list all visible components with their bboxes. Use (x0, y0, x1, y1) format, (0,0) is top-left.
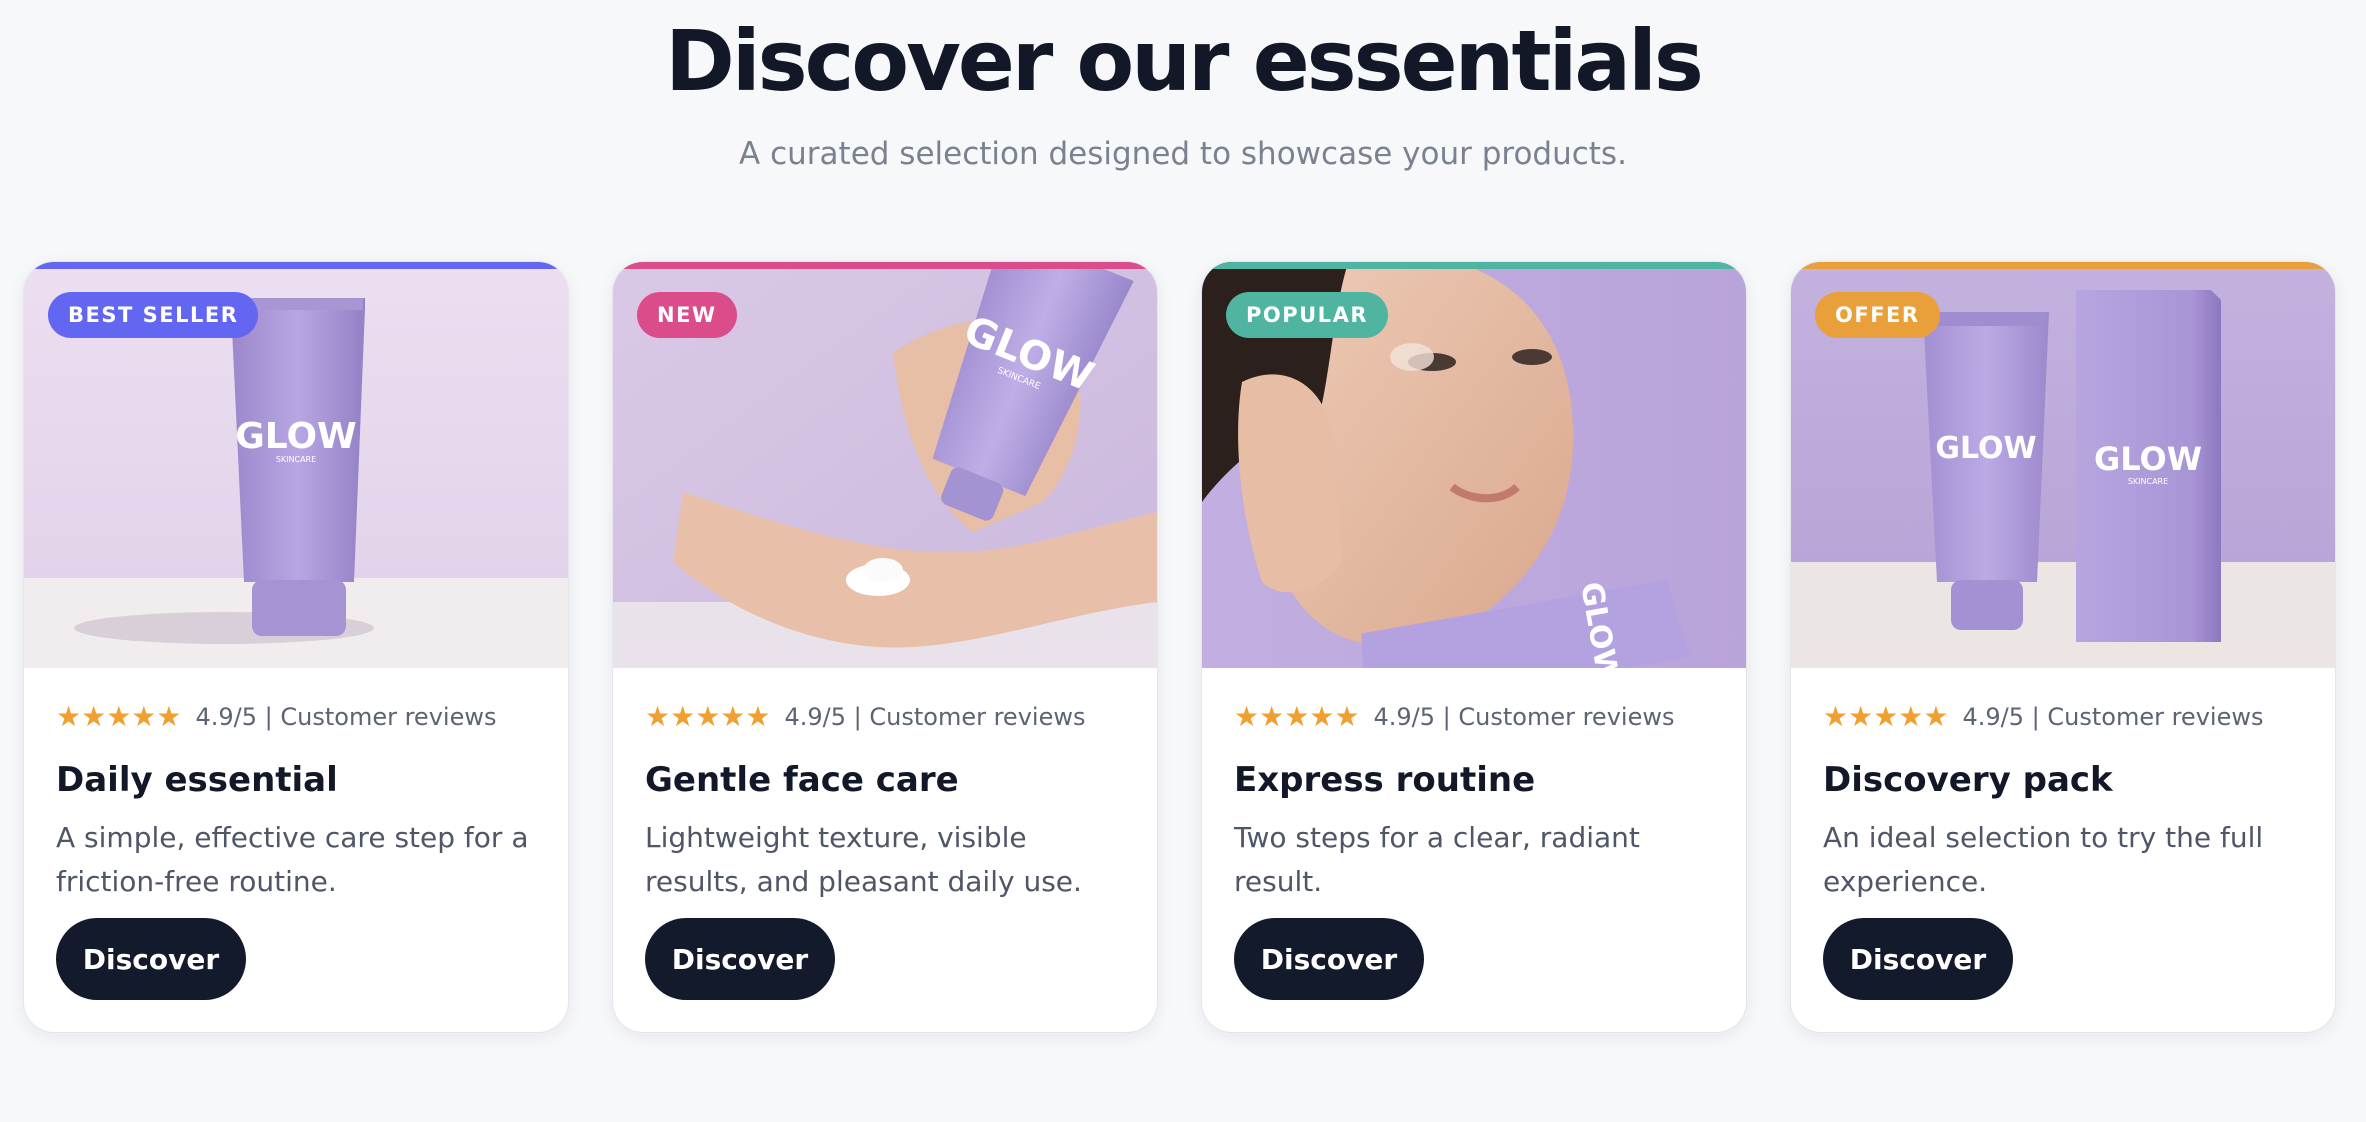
stars-icon: ★★★★★ (645, 700, 771, 733)
card-accent-bar (1202, 262, 1746, 269)
badge-popular: POPULAR (1226, 292, 1388, 338)
card-description: A simple, effective care step for a fric… (56, 821, 529, 898)
section-subtitle: A curated selection designed to showcase… (739, 136, 1627, 172)
essentials-section: Discover our essentials A curated select… (0, 0, 2366, 1122)
product-card-discovery-pack: GLOW GLOW SKINCARE OFFER ★★★★★ 4.9/5 | C… (1791, 262, 2335, 1032)
rating: ★★★★★ 4.9/5 | Customer reviews (1823, 702, 2263, 732)
section-title: Discover our essentials (665, 12, 1704, 110)
image-brand-text: GLOW (1935, 431, 2036, 466)
product-card-gentle-face-care: GLOW SKINCARE NEW ★★★★★ 4.9/5 | Customer… (613, 262, 1157, 1032)
stars-icon: ★★★★★ (1823, 700, 1949, 733)
rating-text: 4.9/5 | Customer reviews (195, 703, 497, 731)
card-title: Gentle face care (645, 760, 959, 800)
card-title: Express routine (1234, 760, 1536, 800)
discover-button[interactable]: Discover (1823, 918, 2013, 1000)
discover-button[interactable]: Discover (56, 918, 246, 1000)
rating-text: 4.9/5 | Customer reviews (1962, 703, 2264, 731)
stars-icon: ★★★★★ (1234, 700, 1360, 733)
badge-new: NEW (637, 292, 737, 338)
image-brand-text: GLOW (2094, 440, 2202, 478)
image-sub-text: SKINCARE (2128, 477, 2168, 486)
card-accent-bar (613, 262, 1157, 269)
rating-text: 4.9/5 | Customer reviews (784, 703, 1086, 731)
card-accent-bar (24, 262, 568, 269)
rating: ★★★★★ 4.9/5 | Customer reviews (56, 702, 496, 732)
stars-icon: ★★★★★ (56, 700, 182, 733)
rating: ★★★★★ 4.9/5 | Customer reviews (1234, 702, 1674, 732)
product-card-daily-essential: GLOW SKINCARE BEST SELLER ★★★★★ 4.9/5 | … (24, 262, 568, 1032)
badge-offer: OFFER (1815, 292, 1940, 338)
card-title: Discovery pack (1823, 760, 2113, 800)
card-title: Daily essential (56, 760, 338, 800)
card-accent-bar (1791, 262, 2335, 269)
discover-button[interactable]: Discover (1234, 918, 1424, 1000)
rating: ★★★★★ 4.9/5 | Customer reviews (645, 702, 1085, 732)
card-description: Two steps for a clear, radiant result. (1234, 821, 1640, 898)
discover-button[interactable]: Discover (645, 918, 835, 1000)
rating-text: 4.9/5 | Customer reviews (1373, 703, 1675, 731)
badge-best-seller: BEST SELLER (48, 292, 259, 338)
card-description: An ideal selection to try the full exper… (1823, 821, 2264, 898)
image-sub-text: SKINCARE (276, 455, 316, 464)
card-description: Lightweight texture, visible results, an… (645, 821, 1082, 898)
product-card-express-routine: GLOW POPULAR ★★★★★ 4.9/5 | Customer revi… (1202, 262, 1746, 1032)
image-brand-text: GLOW (235, 416, 357, 457)
product-card-grid: GLOW SKINCARE BEST SELLER ★★★★★ 4.9/5 | … (24, 262, 2344, 1034)
